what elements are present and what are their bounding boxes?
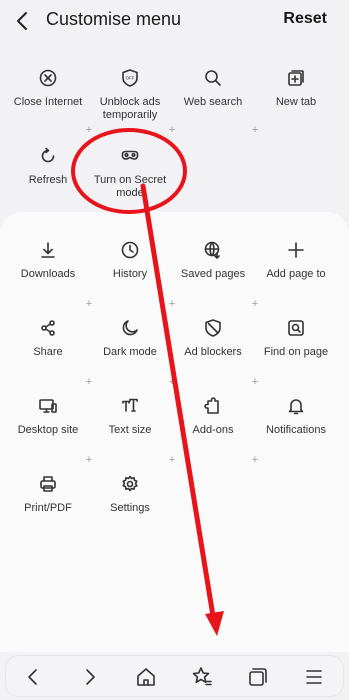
back-arrow-icon[interactable] <box>10 8 36 34</box>
insert-slot-marker: + <box>168 124 176 136</box>
menu-item-label: Dark mode <box>103 346 157 358</box>
menu-item-label: Downloads <box>20 268 76 280</box>
insert-slot-marker: + <box>168 376 176 388</box>
menu-item-label: Refresh <box>28 174 68 186</box>
new-tab-icon <box>288 70 304 86</box>
menu-item-ad-blockers[interactable]: Ad blockers <box>173 318 253 359</box>
insert-slot-marker: + <box>251 454 259 466</box>
insert-slot-marker: + <box>85 454 93 466</box>
hamburger-menu-icon[interactable] <box>301 664 327 690</box>
menu-item-label: Desktop site <box>17 424 79 436</box>
saved-pages-globe-icon <box>204 241 220 259</box>
moon-icon <box>122 320 138 336</box>
tabs-icon[interactable] <box>245 664 271 690</box>
menu-item-label: Unblock ads temporarily <box>99 96 161 121</box>
menu-item-label: Ad blockers <box>184 346 242 358</box>
reset-button[interactable]: Reset <box>283 10 327 28</box>
chevron-left-icon[interactable] <box>20 664 46 690</box>
page-title: Customise menu <box>46 9 182 29</box>
menu-item-label: Settings <box>110 502 150 514</box>
ad-shield-icon: OFF <box>122 69 138 87</box>
bottom-toolbar <box>5 655 344 697</box>
menu-item-label: Add page to <box>266 268 326 280</box>
menu-item-dark-mode[interactable]: Dark mode <box>90 318 170 359</box>
menu-item-unblock-ads[interactable]: OFF Unblock ads temporarily <box>90 68 170 122</box>
menu-item-web-search[interactable]: Web search <box>173 68 253 109</box>
chevron-right-icon[interactable] <box>77 664 103 690</box>
menu-item-notifications[interactable]: Notifications <box>256 396 336 437</box>
menu-item-text-size[interactable]: Text size <box>90 396 170 437</box>
menu-item-downloads[interactable]: Downloads <box>8 240 88 281</box>
menu-item-label: History <box>112 268 148 280</box>
menu-item-share[interactable]: Share <box>8 318 88 359</box>
insert-slot-marker: + <box>168 298 176 310</box>
desktop-icon <box>39 399 57 413</box>
menu-item-label: Saved pages <box>180 268 246 280</box>
insert-slot-marker: + <box>85 298 93 310</box>
secret-mode-mask-icon <box>121 150 139 160</box>
menu-item-add-ons[interactable]: Add-ons <box>173 396 253 437</box>
menu-item-saved-pages[interactable]: Saved pages <box>173 240 253 281</box>
menu-item-add-page-to[interactable]: Add page to <box>256 240 336 281</box>
star-list-icon[interactable] <box>189 664 215 690</box>
off-badge: OFF <box>126 76 135 81</box>
home-icon[interactable] <box>133 664 159 690</box>
share-icon <box>41 320 55 336</box>
menu-item-print-pdf[interactable]: Print/PDF <box>8 474 88 515</box>
menu-item-find-on-page[interactable]: Find on page <box>256 318 336 359</box>
menu-item-label: New tab <box>275 96 317 108</box>
menu-item-label: Turn on Secret mode <box>93 174 167 199</box>
menu-item-label: Text size <box>108 424 152 436</box>
bell-icon <box>288 399 304 415</box>
insert-slot-marker: + <box>85 124 93 136</box>
insert-slot-marker: + <box>168 454 176 466</box>
search-icon <box>205 70 221 86</box>
insert-slot-marker: + <box>251 298 259 310</box>
menu-item-label: Print/PDF <box>24 502 72 514</box>
download-icon <box>41 242 55 258</box>
menu-item-refresh[interactable]: Refresh <box>8 146 88 187</box>
shield-slash-icon <box>205 319 221 337</box>
menu-item-new-tab[interactable]: New tab <box>256 68 336 109</box>
gear-icon <box>122 475 138 492</box>
menu-item-label: Share <box>33 346 63 358</box>
menu-item-label: Notifications <box>266 424 326 436</box>
menu-item-label: Add-ons <box>192 424 234 436</box>
close-circle-icon <box>39 69 57 87</box>
puzzle-icon <box>204 397 219 414</box>
menu-item-settings[interactable]: Settings <box>90 474 170 515</box>
refresh-icon <box>41 147 55 163</box>
menu-item-close-internet[interactable]: Close Internet <box>8 68 88 109</box>
insert-slot-marker: + <box>251 376 259 388</box>
menu-item-label: Find on page <box>263 346 329 358</box>
insert-slot-marker: + <box>85 376 93 388</box>
menu-item-secret-mode[interactable]: Turn on Secret mode <box>90 146 170 200</box>
printer-icon <box>40 476 56 492</box>
menu-item-history[interactable]: History <box>90 240 170 281</box>
insert-slot-marker: + <box>251 124 259 136</box>
menu-item-label: Web search <box>183 96 243 108</box>
header: Customise menu Reset <box>0 0 349 42</box>
plus-icon <box>288 242 304 258</box>
text-size-icon <box>122 398 138 412</box>
menu-item-desktop-site[interactable]: Desktop site <box>8 396 88 437</box>
clock-icon <box>121 241 139 259</box>
menu-item-label: Close Internet <box>13 96 83 108</box>
find-on-page-icon <box>288 320 304 336</box>
